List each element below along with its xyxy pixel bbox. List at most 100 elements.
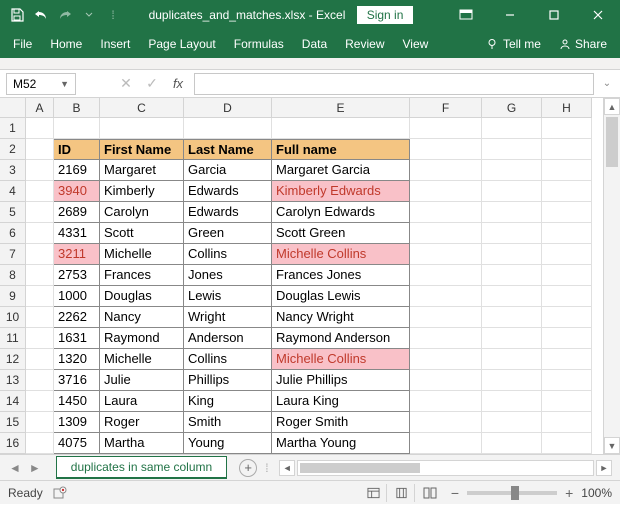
cell[interactable]: King [184, 391, 272, 412]
cell[interactable]: Margaret [100, 160, 184, 181]
row-header-12[interactable]: 12 [0, 349, 26, 370]
cell[interactable] [542, 181, 592, 202]
row-header-6[interactable]: 6 [0, 223, 26, 244]
cell[interactable] [26, 223, 54, 244]
cell[interactable]: Julie Phillips [272, 370, 410, 391]
cell[interactable] [410, 244, 482, 265]
cell[interactable]: Laura [100, 391, 184, 412]
cell[interactable] [482, 349, 542, 370]
zoom-slider[interactable] [467, 491, 557, 495]
view-pagebreak-icon[interactable] [423, 484, 443, 502]
cell[interactable]: Nancy [100, 307, 184, 328]
cell[interactable]: Laura King [272, 391, 410, 412]
scroll-right-icon[interactable]: ► [596, 460, 612, 476]
view-pagelayout-icon[interactable] [395, 484, 415, 502]
fx-icon[interactable]: fx [168, 76, 188, 91]
cell[interactable]: 4331 [54, 223, 100, 244]
cell[interactable]: First Name [100, 139, 184, 160]
cell[interactable]: Martha [100, 433, 184, 454]
cell[interactable]: Carolyn Edwards [272, 202, 410, 223]
cell[interactable] [410, 181, 482, 202]
cell[interactable] [542, 139, 592, 160]
row-header-13[interactable]: 13 [0, 370, 26, 391]
qat-dropdown-icon[interactable] [78, 4, 100, 26]
cell[interactable]: Collins [184, 244, 272, 265]
cell[interactable]: Raymond [100, 328, 184, 349]
cell[interactable]: 3211 [54, 244, 100, 265]
cell[interactable] [482, 202, 542, 223]
cell[interactable]: Scott Green [272, 223, 410, 244]
cell[interactable] [410, 391, 482, 412]
cell[interactable]: Lewis [184, 286, 272, 307]
row-header-1[interactable]: 1 [0, 118, 26, 139]
cell[interactable]: 2262 [54, 307, 100, 328]
cell[interactable]: Garcia [184, 160, 272, 181]
cell[interactable]: Michelle Collins [272, 244, 410, 265]
cell[interactable]: Last Name [184, 139, 272, 160]
cell[interactable]: Scott [100, 223, 184, 244]
cell[interactable]: Roger [100, 412, 184, 433]
cell[interactable] [26, 370, 54, 391]
cell[interactable]: Raymond Anderson [272, 328, 410, 349]
cell[interactable] [482, 307, 542, 328]
formula-bar-expand-icon[interactable]: ⌄ [600, 78, 614, 89]
cell[interactable] [184, 118, 272, 139]
cell[interactable]: Michelle Collins [272, 349, 410, 370]
name-box[interactable]: M52▼ [6, 73, 76, 95]
cell[interactable]: 1450 [54, 391, 100, 412]
redo-icon[interactable] [54, 4, 76, 26]
cell[interactable] [542, 433, 592, 454]
col-header-E[interactable]: E [272, 98, 410, 118]
cell[interactable]: 2753 [54, 265, 100, 286]
add-sheet-icon[interactable]: + [239, 459, 257, 477]
cell[interactable] [410, 328, 482, 349]
row-header-4[interactable]: 4 [0, 181, 26, 202]
sheet-tab-active[interactable]: duplicates in same column [56, 456, 227, 479]
cell[interactable]: Collins [184, 349, 272, 370]
cell[interactable] [482, 286, 542, 307]
cell[interactable] [410, 412, 482, 433]
cell[interactable] [26, 160, 54, 181]
cell[interactable] [410, 307, 482, 328]
cell[interactable] [482, 412, 542, 433]
cell[interactable] [26, 307, 54, 328]
tab-formulas[interactable]: Formulas [225, 30, 293, 58]
row-header-9[interactable]: 9 [0, 286, 26, 307]
zoom-level[interactable]: 100% [581, 486, 612, 500]
cell[interactable] [26, 139, 54, 160]
zoom-out-icon[interactable]: − [451, 485, 459, 501]
tab-insert[interactable]: Insert [91, 30, 139, 58]
cell[interactable]: Roger Smith [272, 412, 410, 433]
chevron-down-icon[interactable]: ▼ [60, 79, 69, 89]
hscroll-thumb[interactable] [300, 463, 420, 473]
cell[interactable]: Kimberly Edwards [272, 181, 410, 202]
tab-data[interactable]: Data [293, 30, 336, 58]
sheet-bar-splitter[interactable]: ⁞ [265, 461, 271, 475]
cell[interactable] [410, 223, 482, 244]
macro-record-icon[interactable] [53, 486, 67, 500]
cell[interactable] [410, 118, 482, 139]
cell[interactable] [26, 286, 54, 307]
row-header-16[interactable]: 16 [0, 433, 26, 454]
cell[interactable] [542, 370, 592, 391]
cell[interactable]: Smith [184, 412, 272, 433]
cell[interactable] [542, 160, 592, 181]
cell[interactable]: 2169 [54, 160, 100, 181]
row-header-15[interactable]: 15 [0, 412, 26, 433]
col-header-G[interactable]: G [482, 98, 542, 118]
row-header-3[interactable]: 3 [0, 160, 26, 181]
cell[interactable]: Green [184, 223, 272, 244]
cell[interactable] [410, 349, 482, 370]
tab-pagelayout[interactable]: Page Layout [139, 30, 224, 58]
cell[interactable] [542, 412, 592, 433]
cell[interactable] [542, 286, 592, 307]
cell[interactable]: Edwards [184, 202, 272, 223]
cell[interactable] [482, 160, 542, 181]
cell[interactable]: 1320 [54, 349, 100, 370]
cell[interactable] [542, 328, 592, 349]
cell[interactable]: Edwards [184, 181, 272, 202]
cell[interactable]: Margaret Garcia [272, 160, 410, 181]
cell[interactable]: Jones [184, 265, 272, 286]
row-header-7[interactable]: 7 [0, 244, 26, 265]
cell[interactable]: Julie [100, 370, 184, 391]
